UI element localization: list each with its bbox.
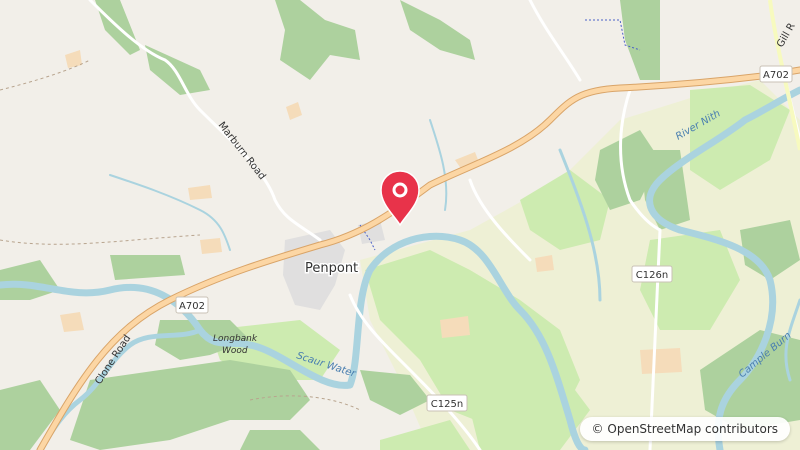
- map-canvas[interactable]: Marburn Road Clone Road Gill R Penpont R…: [0, 0, 800, 450]
- place-label-penpont: Penpont: [305, 261, 358, 276]
- map-attribution[interactable]: © OpenStreetMap contributors: [579, 417, 790, 441]
- wood-label-longbank-2: Wood: [222, 346, 248, 356]
- shield-c125n: C125n: [426, 394, 468, 412]
- map-svg: Marburn Road Clone Road Gill R Penpont R…: [0, 0, 800, 450]
- road-label-marburn: Marburn Road: [216, 120, 268, 182]
- shield-a702-west: A702: [175, 296, 209, 314]
- svg-text:A702: A702: [763, 70, 789, 81]
- shield-a702-east: A702: [759, 65, 793, 83]
- svg-text:A702: A702: [179, 301, 205, 312]
- svg-text:C126n: C126n: [636, 270, 668, 281]
- attribution-text: OpenStreetMap contributors: [607, 422, 778, 436]
- svg-text:C125n: C125n: [431, 399, 463, 410]
- shield-c126n: C126n: [631, 265, 673, 283]
- wood-label-longbank: Longbank: [213, 334, 258, 344]
- road-label-gill: Gill R: [775, 21, 798, 49]
- copyright-symbol: ©: [591, 422, 604, 436]
